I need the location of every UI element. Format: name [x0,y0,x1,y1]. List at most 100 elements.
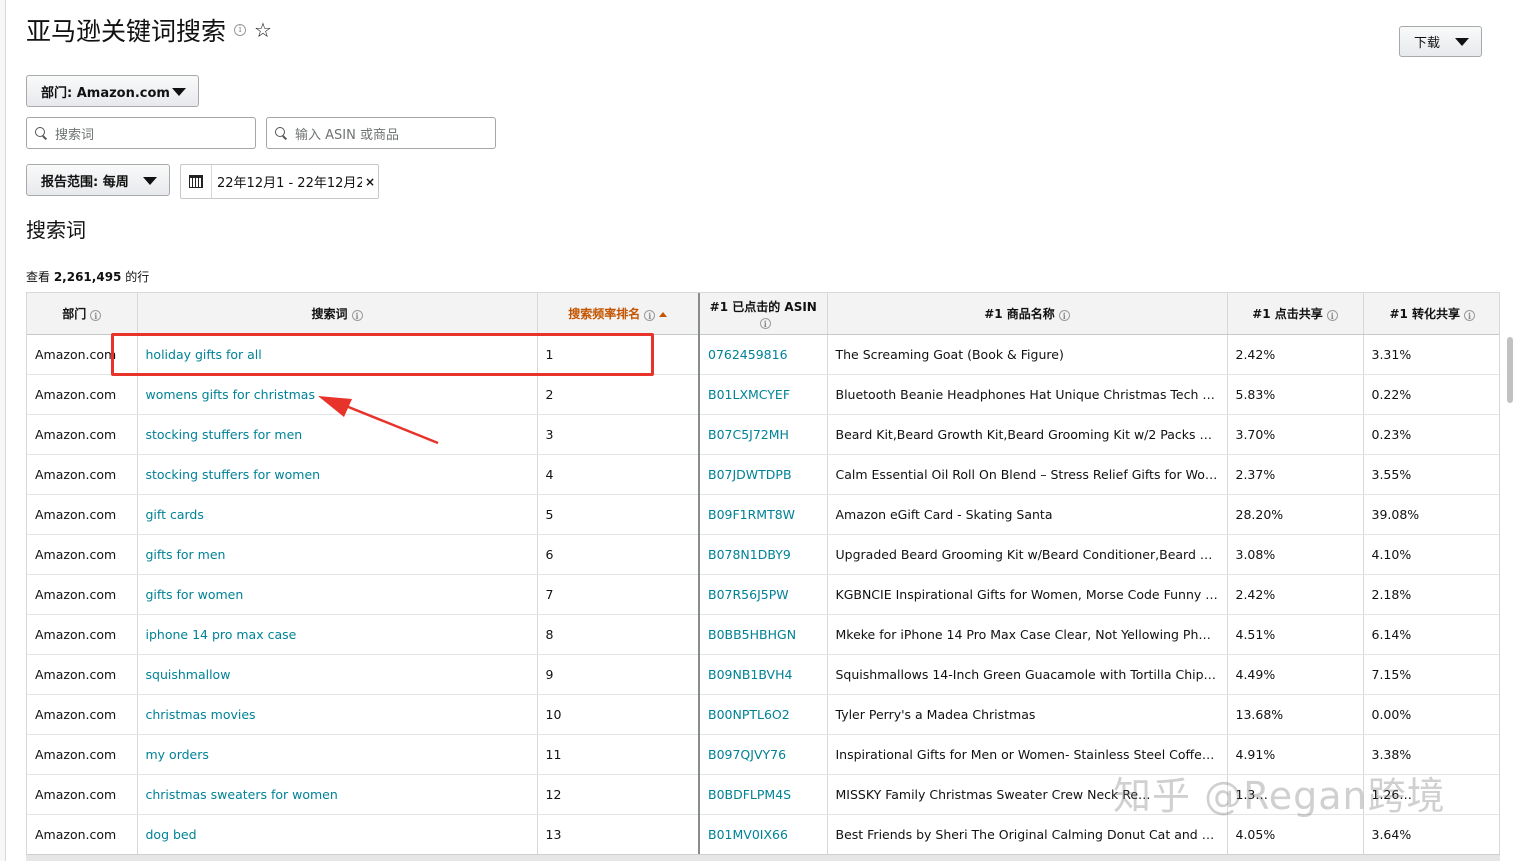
table-scrollbar-thumb[interactable] [1507,337,1513,403]
cell-search-term-link[interactable]: gift cards [137,494,538,535]
date-range-picker[interactable]: 22年12月1 - 22年12月2 × [180,164,379,199]
table-row: Amazon.com iphone 14 pro max case 8 B0BB5HB… [27,614,1499,655]
search-term-placeholder: 搜索词 [55,127,95,143]
column-header-label: 搜索频率排名 [568,306,641,321]
info-icon[interactable]: i [1326,310,1338,322]
cell-asin-link[interactable]: B00NPTL6O2 [698,694,828,735]
cell-search-term-link[interactable]: christmas movies [137,694,538,735]
cell-search-term-link[interactable]: stocking stuffers for women [137,454,538,495]
column-header-click-share[interactable]: #1 点击共享 i [1227,293,1364,335]
cell-product-name: Tyler Perry's a Madea Christmas [827,694,1228,735]
download-button[interactable]: 下载 [1399,26,1482,57]
cell-conversion-share: 6.14% [1363,614,1499,655]
column-header-top-asin[interactable]: #1 已点击的 ASIN i [698,293,828,335]
cell-asin-link[interactable]: B01LXMCYEF [698,374,828,415]
cell-search-term-link[interactable]: stocking stuffers for men [137,414,538,455]
chevron-down-icon [172,88,186,96]
cell-product-name: Beard Kit,Beard Growth Kit,Beard Groomin… [827,414,1228,455]
cell-click-share: 1.3… [1227,774,1364,815]
report-range-select[interactable]: 报告范围: 每周 [26,164,170,196]
search-terms-table: 部门 i 搜索词 i 搜索频率排名 i #1 已点击的 ASIN i #1 商品名称 i … [26,292,1500,861]
cell-asin-link[interactable]: B078N1DBY9 [698,534,828,575]
info-icon[interactable]: i [1464,310,1476,322]
cell-search-term-link[interactable]: dog bed [137,814,538,855]
rows-count-suffix: 的行 [121,270,150,284]
column-header-search-rank[interactable]: 搜索频率排名 i [537,293,700,335]
cell-search-term-link[interactable]: gifts for men [137,534,538,575]
cell-click-share: 4.49% [1227,654,1364,695]
column-header-conversion-share[interactable]: #1 转化共享 i [1363,293,1499,335]
column-header-department[interactable]: 部门 i [27,293,138,335]
cell-conversion-share: 0.22% [1363,374,1499,415]
cell-asin-link[interactable]: 0762459816 [698,334,828,375]
section-title: 搜索词 [26,218,86,242]
cell-department: Amazon.com [27,614,138,655]
cell-asin-link[interactable]: B0BDFLPM4S [698,774,828,815]
search-term-input[interactable]: 搜索词 [26,117,256,149]
info-icon[interactable]: i [234,24,247,36]
cell-conversion-share: 3.38% [1363,734,1499,775]
column-header-product-name[interactable]: #1 商品名称 i [827,293,1228,335]
cell-product-name: Best Friends by Sheri The Original Calmi… [827,814,1228,855]
cell-search-rank: 2 [537,374,700,415]
department-select[interactable]: 部门: Amazon.com [26,75,199,107]
cell-search-term-link[interactable]: holiday gifts for all [137,334,538,375]
download-label: 下载 [1414,36,1441,51]
cell-search-term-link[interactable]: christmas sweaters for women [137,774,538,815]
star-icon[interactable]: ☆ [254,20,272,40]
cell-click-share: 13.68% [1227,694,1364,735]
cell-product-name: KGBNCIE Inspirational Gifts for Women, M… [827,574,1228,615]
asin-input[interactable]: 输入 ASIN 或商品 [266,117,496,149]
search-icon [35,127,47,139]
cell-search-rank: 4 [537,454,700,495]
cell-search-rank: 1 [537,334,700,375]
cell-search-term-link[interactable]: squishmallow [137,654,538,695]
cell-click-share: 4.05% [1227,814,1364,855]
cell-asin-link[interactable]: B097QJVY76 [698,734,828,775]
cell-search-term-link[interactable]: iphone 14 pro max case [137,614,538,655]
table-row: Amazon.com christmas sweaters for women 12… [27,774,1499,815]
cell-conversion-share: 3.55% [1363,454,1499,495]
date-range-value[interactable]: 22年12月1 - 22年12月2 [212,172,362,191]
cell-search-rank: 8 [537,614,700,655]
cell-asin-link[interactable]: B07R56J5PW [698,574,828,615]
info-icon[interactable]: i [1058,310,1070,322]
cell-conversion-share: 39.08% [1363,494,1499,535]
left-panel-edge [0,0,6,861]
cell-search-term-link[interactable]: my orders [137,734,538,775]
cell-product-name: Upgraded Beard Grooming Kit w/Beard Cond… [827,534,1228,575]
calendar-icon[interactable] [181,165,212,198]
cell-conversion-share: 2.18% [1363,574,1499,615]
info-icon[interactable]: i [759,318,771,329]
info-icon[interactable]: i [90,310,102,322]
table-row: Amazon.com dog bed 13 B01MV0IX66 Best Friend… [27,814,1499,855]
clear-icon[interactable]: × [365,175,375,189]
cell-department: Amazon.com [27,734,138,775]
chevron-down-icon [1455,38,1469,46]
cell-department: Amazon.com [27,774,138,815]
cell-asin-link[interactable]: B0BB5HBHGN [698,614,828,655]
cell-asin-link[interactable]: B07JDWTDPB [698,454,828,495]
info-icon[interactable]: i [644,310,656,322]
cell-department: Amazon.com [27,414,138,455]
cell-department: Amazon.com [27,494,138,535]
cell-asin-link[interactable]: B09F1RMT8W [698,494,828,535]
horizontal-scrollbar[interactable] [26,854,1500,861]
cell-search-rank: 11 [537,734,700,775]
cell-asin-link[interactable]: B01MV0IX66 [698,814,828,855]
cell-product-name: Amazon eGift Card - Skating Santa [827,494,1228,535]
cell-search-rank: 7 [537,574,700,615]
table-row: Amazon.com my orders 11 B097QJVY76 Inspirati… [27,734,1499,775]
cell-department: Amazon.com [27,694,138,735]
cell-asin-link[interactable]: B07C5J72MH [698,414,828,455]
cell-click-share: 3.70% [1227,414,1364,455]
cell-search-term-link[interactable]: womens gifts for christmas [137,374,538,415]
rows-count-value: 2,261,495 [53,270,122,284]
cell-department: Amazon.com [27,814,138,855]
table-row: Amazon.com stocking stuffers for men 3 B07C… [27,414,1499,455]
table-header-row: 部门 i 搜索词 i 搜索频率排名 i #1 已点击的 ASIN i #1 商品名称 i … [27,293,1499,335]
info-icon[interactable]: i [351,310,363,322]
column-header-search-term[interactable]: 搜索词 i [137,293,538,335]
cell-search-term-link[interactable]: gifts for women [137,574,538,615]
cell-asin-link[interactable]: B09NB1BVH4 [698,654,828,695]
